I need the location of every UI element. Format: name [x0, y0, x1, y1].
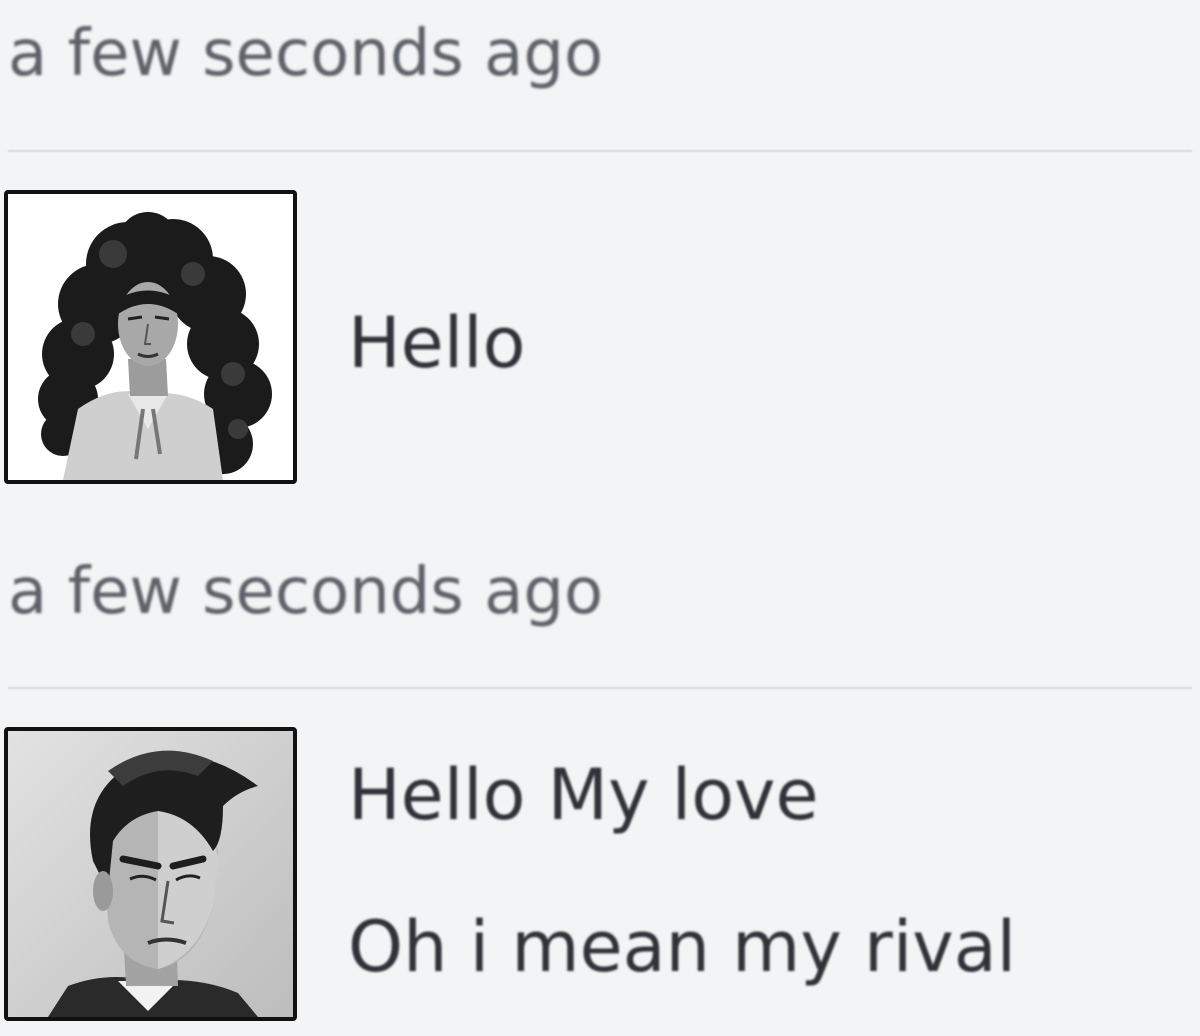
man-dark-hair-portrait — [8, 731, 293, 1017]
timestamp: a few seconds ago — [8, 555, 604, 629]
message-text: Hello — [348, 302, 526, 384]
message-text: Oh i mean my rival — [348, 906, 1017, 988]
avatar[interactable] — [4, 727, 297, 1021]
chat-log: a few seconds ago Hello a few seconds ag… — [0, 0, 1200, 1036]
divider — [8, 687, 1192, 689]
avatar[interactable] — [4, 190, 297, 484]
message-text: Hello My love — [348, 754, 819, 836]
divider — [8, 150, 1192, 152]
timestamp: a few seconds ago — [8, 17, 604, 91]
woman-curly-hair-portrait — [8, 194, 293, 480]
